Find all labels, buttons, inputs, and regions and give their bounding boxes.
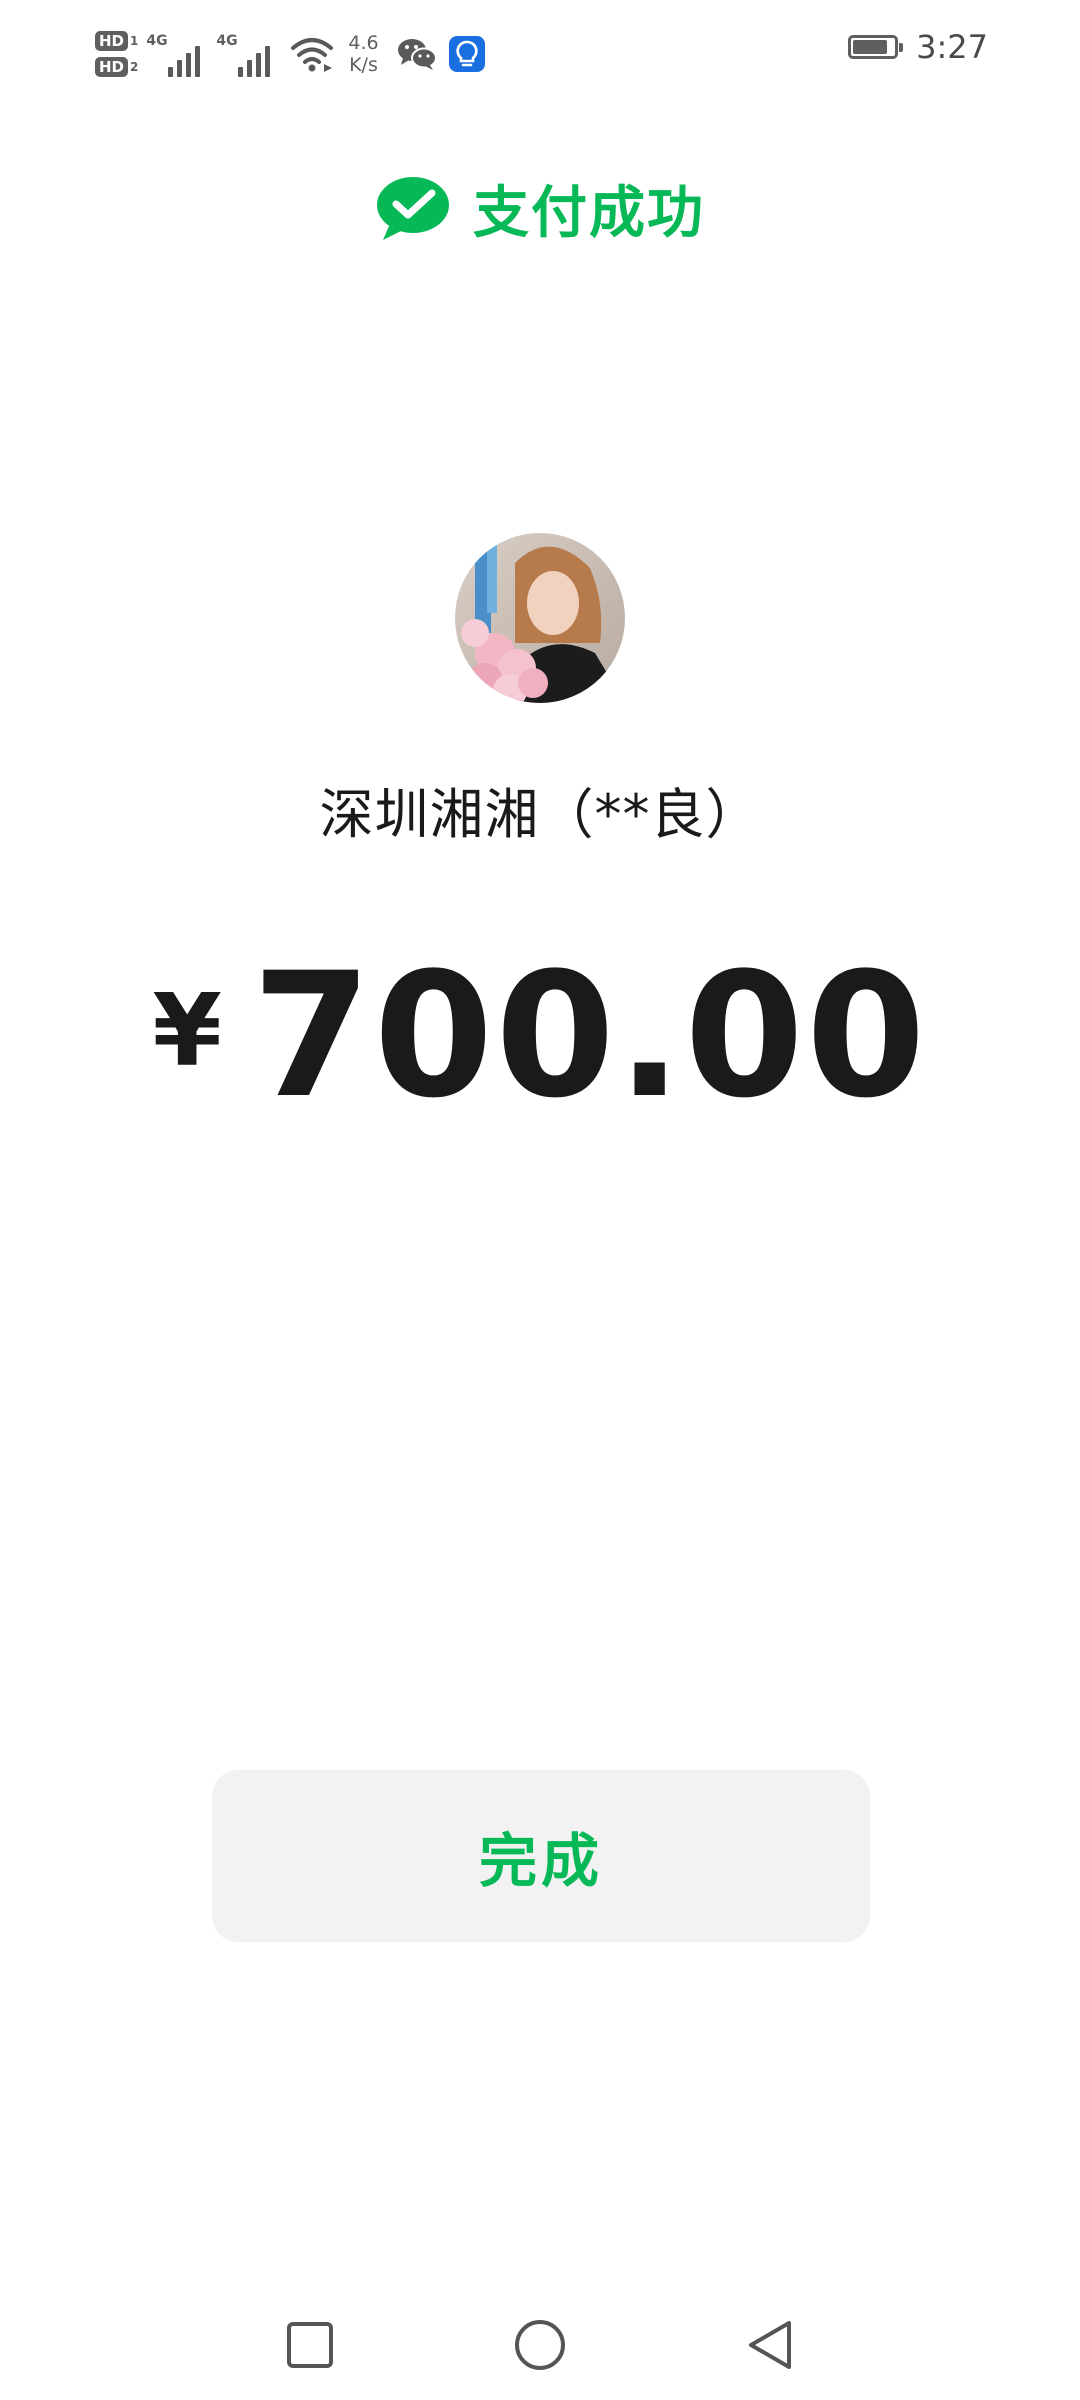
page-title: 支付成功 [473, 181, 705, 246]
amount-value: 700.00 [251, 935, 928, 1136]
speed-unit: K/s [349, 54, 378, 76]
hd-badge-sim1: HD 1 [95, 31, 138, 51]
back-button[interactable] [737, 2312, 803, 2378]
done-button[interactable]: 完成 [212, 1770, 870, 1942]
wechat-pay-check-icon [377, 176, 449, 240]
recents-square-icon [287, 2322, 333, 2368]
speed-value: 4.6 [348, 32, 379, 54]
sim1-index: 1 [130, 34, 139, 48]
battery-icon [848, 35, 904, 59]
back-triangle-icon [749, 2321, 791, 2369]
avatar [455, 533, 625, 703]
signal-icon-sim2: 4G [216, 31, 278, 77]
wifi-icon [291, 38, 334, 72]
hd-icon: HD [95, 57, 129, 77]
status-bar: HD 1 HD 2 4G 4G 4.6 K/s 3:27 [0, 0, 1080, 105]
hd-icon: HD [95, 31, 129, 51]
home-circle-icon [515, 2320, 565, 2370]
bulb-icon [448, 36, 485, 72]
network-type-label: 4G [146, 33, 168, 49]
signal-bars [238, 46, 271, 77]
recents-button[interactable] [277, 2312, 343, 2378]
currency-symbol: ¥ [152, 972, 222, 1089]
payee-name: 深圳湘湘（**良） [319, 783, 761, 846]
battery-level [853, 40, 888, 54]
status-bar-left: HD 1 HD 2 4G 4G 4.6 K/s [95, 22, 485, 86]
amount-display: ¥ 700.00 [0, 935, 1080, 1136]
network-speed: 4.6 K/s [348, 32, 378, 76]
signal-icon-sim1: 4G [146, 31, 208, 77]
hd-indicators: HD 1 HD 2 [95, 31, 138, 77]
done-button-label: 完成 [478, 1827, 603, 1895]
hd-badge-sim2: HD 2 [95, 57, 138, 77]
home-button[interactable] [507, 2312, 573, 2378]
status-time: 3:27 [916, 28, 988, 66]
signal-bars [168, 46, 201, 77]
system-nav-bar [0, 2290, 1080, 2400]
network-type-label: 4G [216, 33, 238, 49]
status-bar-right: 3:27 [848, 28, 988, 66]
payment-success-header: 支付成功 [0, 168, 1080, 249]
wechat-icon [397, 39, 437, 70]
sim2-index: 2 [130, 60, 139, 74]
